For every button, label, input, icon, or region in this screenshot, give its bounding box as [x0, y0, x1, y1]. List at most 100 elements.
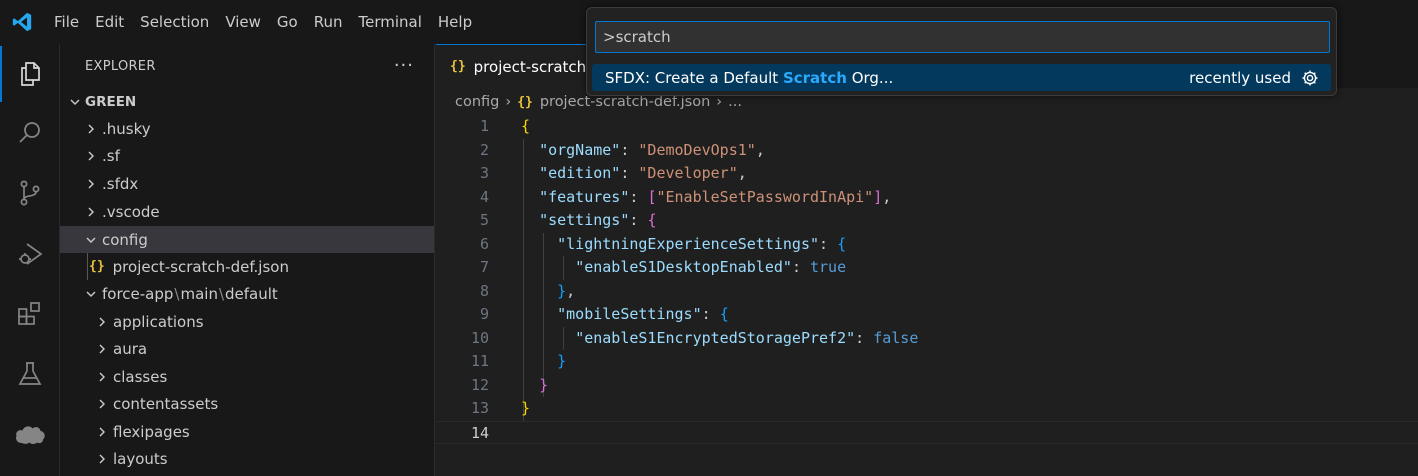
line-number: 3 — [479, 164, 489, 182]
json-file-icon: {} — [450, 59, 466, 74]
tree-item-label: config — [102, 230, 148, 249]
tree-item-sfdx[interactable]: .sfdx — [60, 170, 434, 197]
chevron-right-icon — [94, 398, 110, 410]
code-line: 2 "orgName": "DemoDevOps1", — [436, 139, 1418, 163]
recently-used-label: recently used — [1189, 68, 1291, 87]
code-line: 3 "edition": "Developer", — [436, 162, 1418, 186]
chevron-right-icon: › — [716, 94, 723, 110]
run-debug-icon[interactable] — [0, 226, 60, 282]
testing-icon[interactable] — [0, 346, 60, 402]
line-number: 7 — [479, 258, 489, 276]
breadcrumb-file[interactable]: project-scratch-def.json — [540, 94, 710, 110]
search-icon[interactable] — [0, 105, 60, 161]
menu-bar: File Edit Selection View Go Run Terminal… — [44, 0, 480, 44]
chevron-right-icon — [83, 123, 99, 135]
json-file-icon: {} — [517, 94, 533, 110]
command-detail: recently used — [1189, 69, 1331, 87]
chevron-right-icon — [83, 150, 99, 162]
chevron-down-icon — [67, 96, 83, 108]
line-number: 2 — [479, 140, 489, 159]
tree-item-label: .sfdx — [102, 174, 139, 193]
tree-item-label: applications — [113, 312, 204, 331]
tree-item-husky[interactable]: .husky — [60, 115, 434, 142]
tree-item-label: project-scratch-def.json — [112, 257, 289, 276]
chevron-right-icon — [94, 426, 110, 438]
menu-run[interactable]: Run — [306, 0, 351, 44]
menu-edit[interactable]: Edit — [87, 0, 132, 44]
explorer-icon[interactable] — [0, 46, 60, 102]
tree-item-label: .vscode — [102, 202, 160, 221]
tree-root-green[interactable]: GREEN — [60, 88, 434, 115]
tree-item-layouts[interactable]: layouts — [60, 445, 434, 472]
line-number: 5 — [479, 211, 489, 229]
tree-item-sf[interactable]: .sf — [60, 142, 434, 169]
line-number: 8 — [479, 281, 489, 300]
code-line: 10 "enableS1EncryptedStoragePref2": fals… — [436, 327, 1418, 351]
menu-view[interactable]: View — [217, 0, 269, 44]
chevron-right-icon — [94, 371, 110, 383]
salesforce-cloud-icon[interactable] — [0, 406, 60, 462]
line-number: 13 — [470, 399, 489, 417]
chevron-right-icon — [83, 206, 99, 218]
chevron-right-icon — [94, 453, 110, 465]
chevron-right-icon: › — [505, 94, 512, 110]
breadcrumb-symbol[interactable]: ... — [728, 94, 742, 110]
menu-go[interactable]: Go — [269, 0, 306, 44]
breadcrumb-config[interactable]: config — [455, 94, 499, 110]
tree-item-flexipages[interactable]: flexipages — [60, 418, 434, 445]
command-item-create-default-scratch-org[interactable]: SFDX: Create a Default Scratch Org... re… — [592, 64, 1331, 91]
line-number: 12 — [470, 375, 489, 394]
menu-help[interactable]: Help — [430, 0, 480, 44]
tree-item-contentassets[interactable]: contentassets — [60, 390, 434, 417]
more-actions-icon[interactable]: ··· — [394, 57, 414, 75]
activity-bar — [0, 44, 60, 476]
tree-item-aura[interactable]: aura — [60, 335, 434, 362]
code-line: 8 }, — [436, 280, 1418, 304]
line-number: 10 — [470, 328, 489, 347]
tree-item-label: .husky — [102, 119, 151, 138]
tree-item-classes[interactable]: classes — [60, 363, 434, 390]
menu-file[interactable]: File — [46, 0, 87, 44]
editor-area: {} project-scratch- config › {} project-… — [436, 44, 1418, 476]
explorer-title: EXPLORER — [85, 58, 156, 74]
tab-project-scratch-def[interactable]: {} project-scratch- — [436, 44, 606, 88]
tree-item-project-scratch-def[interactable]: {} project-scratch-def.json — [60, 253, 434, 280]
tree-item-vscode[interactable]: .vscode — [60, 198, 434, 225]
chevron-right-icon — [94, 316, 110, 328]
tab-label: project-scratch- — [473, 57, 592, 76]
code-line-current: 14 — [436, 420, 1418, 444]
code-line: 5 "settings": { — [436, 209, 1418, 233]
chevron-down-icon — [83, 234, 99, 246]
chevron-down-icon — [83, 288, 99, 300]
code-line: 6 "lightningExperienceSettings": { — [436, 233, 1418, 257]
code-line: 13 } — [436, 397, 1418, 421]
command-palette: SFDX: Create a Default Scratch Org... re… — [586, 7, 1337, 96]
tree-item-label: .sf — [102, 146, 120, 165]
line-number: 14 — [470, 423, 489, 442]
menu-selection[interactable]: Selection — [132, 0, 217, 44]
root-folder-label: GREEN — [85, 93, 137, 110]
tree-item-label: flexipages — [113, 422, 190, 441]
json-file-icon: {} — [89, 259, 105, 274]
extensions-icon[interactable] — [0, 286, 60, 342]
tree-item-label: aura — [113, 339, 148, 358]
gear-icon[interactable] — [1301, 69, 1319, 87]
tree-item-label: contentassets — [113, 394, 219, 413]
command-palette-input[interactable] — [595, 21, 1330, 53]
line-number: 9 — [479, 305, 489, 323]
menu-terminal[interactable]: Terminal — [351, 0, 430, 44]
chevron-right-icon — [94, 343, 110, 355]
tree-item-applications[interactable]: applications — [60, 308, 434, 335]
tree-item-label: layouts — [113, 449, 168, 468]
vscode-logo-icon — [0, 0, 44, 44]
source-control-icon[interactable] — [0, 165, 60, 221]
code-line: 9 "mobileSettings": { — [436, 303, 1418, 327]
explorer-header: EXPLORER ··· — [60, 44, 434, 88]
tree-item-force-app[interactable]: force-app\main\default — [60, 280, 434, 307]
line-number: 1 — [479, 117, 489, 135]
tree-item-label: classes — [113, 367, 168, 386]
line-number: 11 — [470, 352, 489, 370]
code-line: 12 } — [436, 374, 1418, 398]
tree-item-config[interactable]: config — [60, 226, 434, 253]
command-label: SFDX: Create a Default Scratch Org... — [605, 68, 894, 87]
